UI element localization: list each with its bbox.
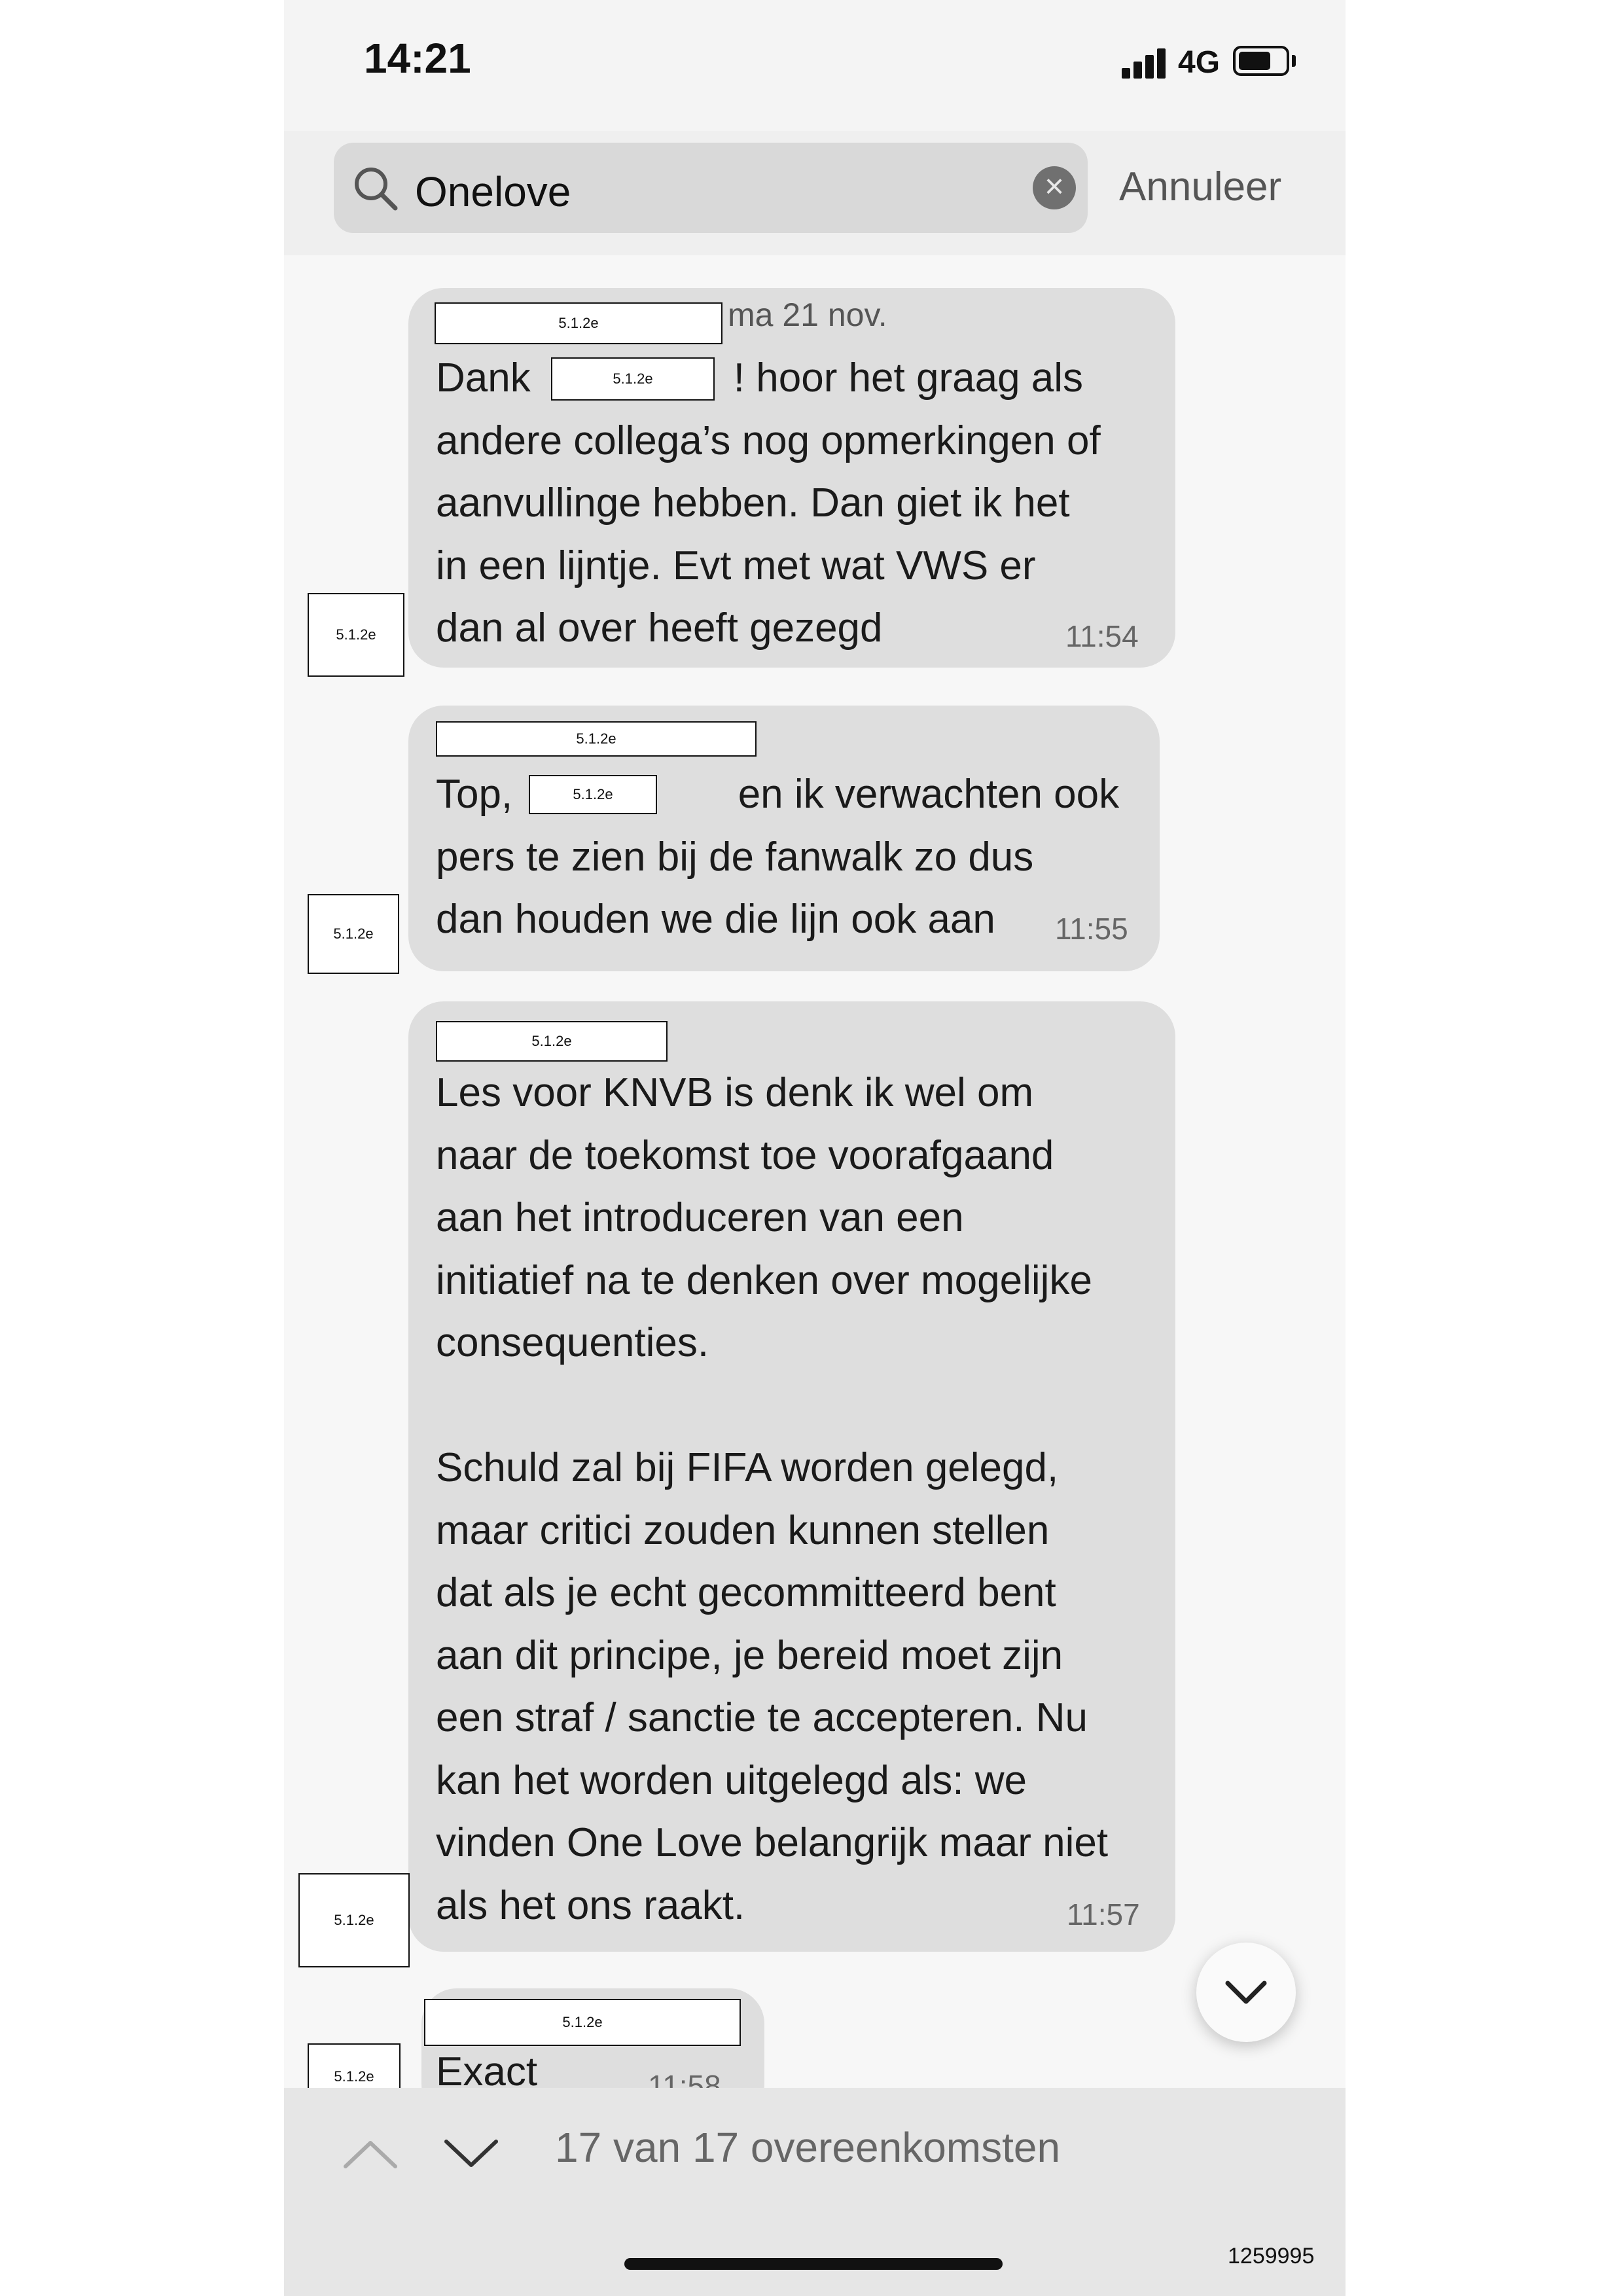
avatar: 5.1.2e bbox=[298, 1873, 410, 1967]
document-page-id: 1259995 bbox=[1228, 2244, 1315, 2269]
search-results-footer: 17 van 17 overeenkomsten bbox=[284, 2088, 1346, 2296]
cancel-button[interactable]: Annuleer bbox=[1119, 164, 1281, 210]
search-icon bbox=[355, 168, 398, 211]
status-time: 14:21 bbox=[364, 35, 471, 82]
previous-match-icon[interactable] bbox=[340, 2134, 401, 2173]
message-text: Les voor KNVB is denk ik wel om naar de … bbox=[436, 1070, 1109, 1928]
redaction-box: 5.1.2e bbox=[435, 302, 722, 344]
message-time: 11:54 bbox=[1065, 619, 1139, 653]
phone-screen: 14:21 4G Onelove × Annuleer 5.1.2e ma 21… bbox=[284, 0, 1346, 2296]
signal-icon bbox=[1122, 47, 1174, 79]
redaction-box: 5.1.2e bbox=[436, 1021, 668, 1062]
status-bar: 14:21 4G bbox=[284, 0, 1346, 131]
home-indicator[interactable] bbox=[624, 2258, 1003, 2270]
redaction-box: 5.1.2e bbox=[424, 1999, 741, 2046]
chevron-down-icon bbox=[1225, 1981, 1267, 2004]
message-time: 11:57 bbox=[1067, 1897, 1140, 1931]
message-text: Dank ! hoor het graag als andere collega… bbox=[436, 355, 1101, 651]
search-input[interactable]: Onelove bbox=[415, 168, 571, 216]
battery-tip bbox=[1292, 55, 1296, 67]
scroll-to-bottom-button[interactable] bbox=[1196, 1943, 1296, 2042]
redaction-box: 5.1.2e bbox=[529, 775, 657, 814]
search-field[interactable]: Onelove × bbox=[334, 143, 1088, 233]
chat-area: 5.1.2e ma 21 nov. Dank ! hoor het graag … bbox=[284, 255, 1346, 2119]
avatar: 5.1.2e bbox=[308, 593, 404, 677]
redaction-box: 5.1.2e bbox=[551, 357, 715, 401]
match-count: 17 van 17 overeenkomsten bbox=[555, 2124, 1061, 2171]
search-bar: Onelove × Annuleer bbox=[284, 131, 1346, 255]
clear-search-icon[interactable]: × bbox=[1033, 166, 1076, 209]
next-match-icon[interactable] bbox=[441, 2134, 501, 2173]
redaction-box: 5.1.2e bbox=[436, 721, 757, 757]
date-label: ma 21 nov. bbox=[728, 296, 887, 333]
network-label: 4G bbox=[1178, 45, 1221, 80]
avatar: 5.1.2e bbox=[308, 894, 399, 974]
battery-icon bbox=[1233, 46, 1289, 76]
message-time: 11:55 bbox=[1055, 912, 1128, 946]
